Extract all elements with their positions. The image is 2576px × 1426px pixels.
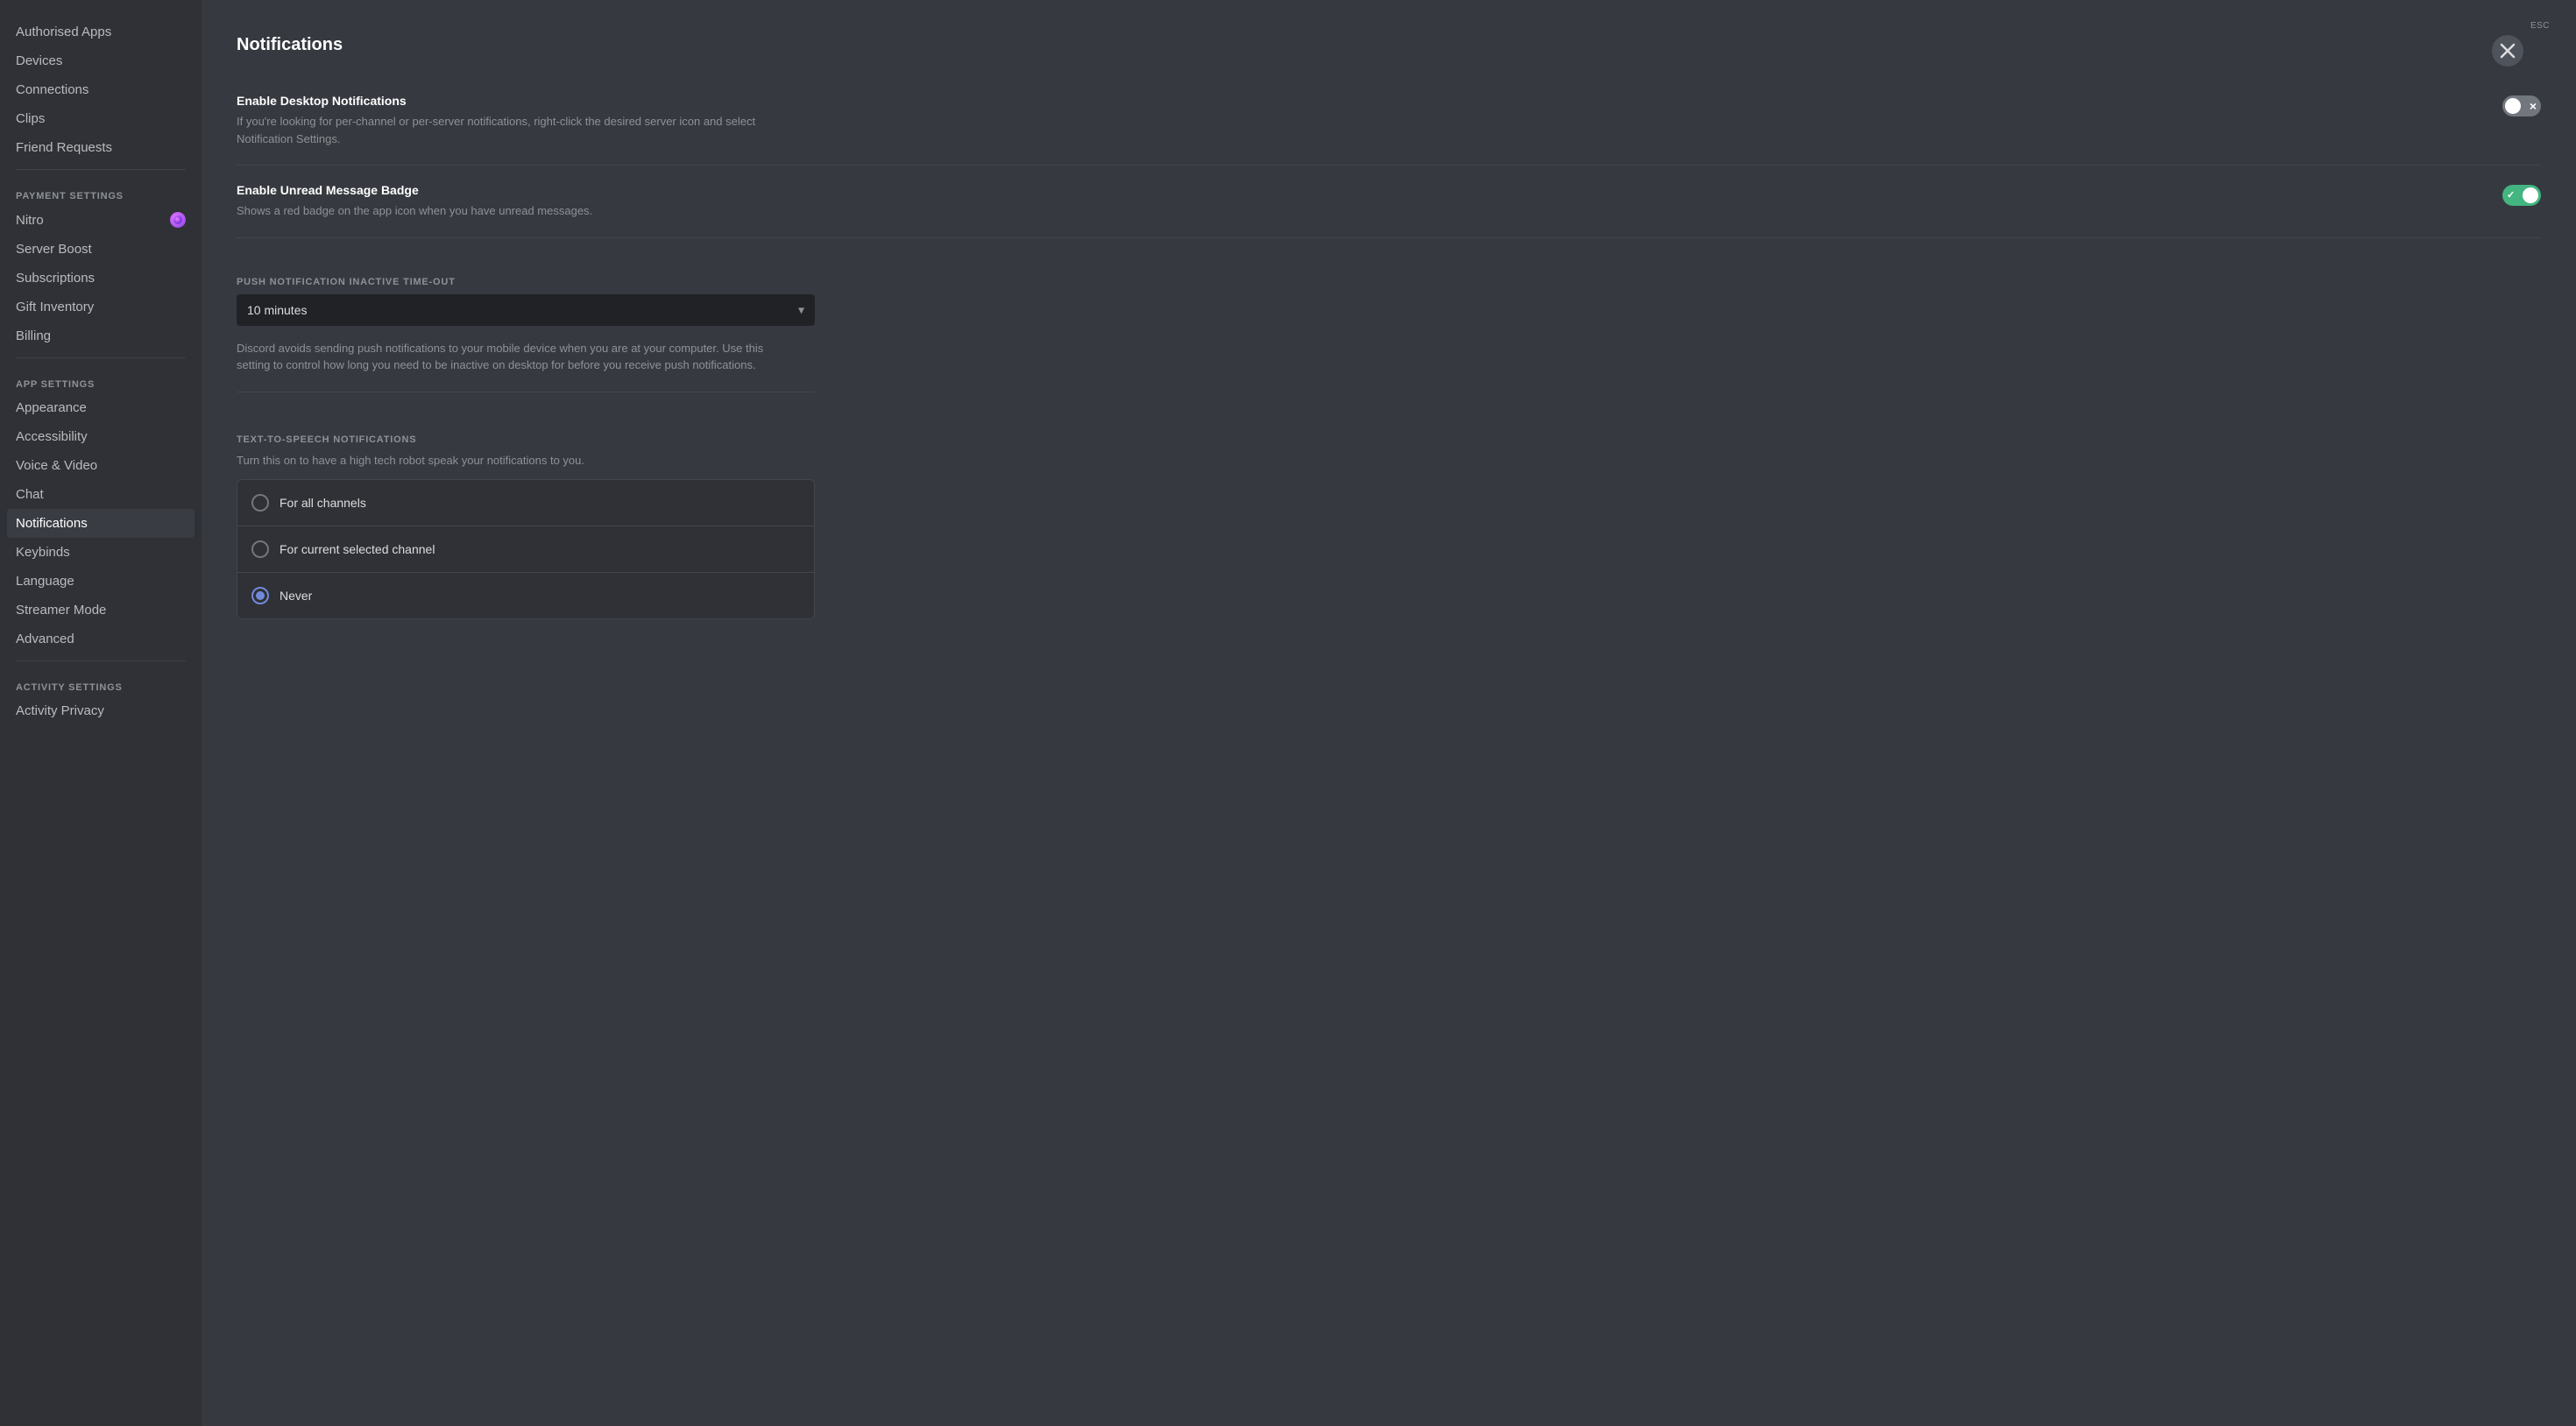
desktop-notifications-info: Enable Desktop Notifications If you're l… <box>237 94 2502 147</box>
tts-option-current-channel-label: For current selected channel <box>280 542 435 556</box>
tts-option-all-channels-label: For all channels <box>280 496 366 510</box>
sidebar-item-subscriptions[interactable]: Subscriptions <box>7 264 195 293</box>
radio-circle-current-channel <box>251 540 269 558</box>
push-notification-label: Push Notification Inactive Time-Out <box>237 277 815 287</box>
unread-badge-info: Enable Unread Message Badge Shows a red … <box>237 183 2502 220</box>
sidebar-item-billing[interactable]: Billing <box>7 321 195 350</box>
push-notification-section: Push Notification Inactive Time-Out 1 mi… <box>237 238 815 374</box>
main-content: ESC Notifications Enable Desktop Notific… <box>202 0 2576 1426</box>
desktop-notifications-row: Enable Desktop Notifications If you're l… <box>237 76 2541 166</box>
radio-circle-all-channels <box>251 494 269 512</box>
sidebar-item-accessibility[interactable]: Accessibility <box>7 422 195 451</box>
sidebar-item-language[interactable]: Language <box>7 567 195 596</box>
nitro-icon <box>170 212 186 228</box>
radio-circle-never <box>251 587 269 604</box>
sidebar-item-clips[interactable]: Clips <box>7 104 195 133</box>
sidebar-divider-1 <box>16 169 186 170</box>
sidebar-item-activity-privacy[interactable]: Activity Privacy <box>7 696 195 725</box>
tts-option-never[interactable]: Never <box>237 573 814 618</box>
sidebar-section-payment: Payment Settings Nitro Server Boost Subs… <box>7 177 195 350</box>
sidebar-item-streamer-mode[interactable]: Streamer Mode <box>7 596 195 625</box>
page-title: Notifications <box>237 35 2541 55</box>
sidebar-item-appearance[interactable]: Appearance <box>7 393 195 422</box>
desktop-notifications-toggle-wrap <box>2502 95 2541 116</box>
sidebar-item-advanced[interactable]: Advanced <box>7 625 195 653</box>
unread-badge-row: Enable Unread Message Badge Shows a red … <box>237 166 2541 238</box>
unread-badge-title: Enable Unread Message Badge <box>237 183 2485 197</box>
toggle-knob <box>2505 98 2521 114</box>
unread-badge-toggle[interactable] <box>2502 185 2541 206</box>
sidebar-divider-2 <box>16 357 186 358</box>
tts-desc: Turn this on to have a high tech robot s… <box>237 452 815 469</box>
esc-label: ESC <box>2530 21 2550 31</box>
toggle-knob-2 <box>2523 187 2538 203</box>
sidebar: Authorised Apps Devices Connections Clip… <box>0 0 202 1426</box>
tts-label: Text-To-Speech Notifications <box>237 434 815 445</box>
sidebar-item-chat[interactable]: Chat <box>7 480 195 509</box>
payment-settings-label: Payment Settings <box>7 177 195 205</box>
close-button[interactable] <box>2492 35 2523 67</box>
sidebar-section-no-label: Authorised Apps Devices Connections Clip… <box>7 18 195 162</box>
tts-section: Text-To-Speech Notifications Turn this o… <box>237 410 815 620</box>
desktop-notifications-title: Enable Desktop Notifications <box>237 94 2485 108</box>
close-icon <box>2500 43 2516 59</box>
desktop-notifications-toggle[interactable] <box>2502 95 2541 116</box>
sidebar-item-notifications[interactable]: Notifications <box>7 509 195 538</box>
sidebar-divider-3 <box>16 660 186 661</box>
sidebar-item-friend-requests[interactable]: Friend Requests <box>7 133 195 162</box>
tts-option-never-label: Never <box>280 589 312 603</box>
desktop-notifications-desc: If you're looking for per-channel or per… <box>237 113 780 147</box>
sidebar-item-gift-inventory[interactable]: Gift Inventory <box>7 293 195 321</box>
push-timeout-dropdown[interactable]: 1 minute 5 minutes 10 minutes 15 minutes… <box>237 294 815 326</box>
sidebar-item-server-boost[interactable]: Server Boost <box>7 235 195 264</box>
unread-badge-desc: Shows a red badge on the app icon when y… <box>237 202 780 220</box>
activity-settings-label: Activity Settings <box>7 668 195 696</box>
sidebar-item-nitro[interactable]: Nitro <box>7 205 195 235</box>
sidebar-item-voice-video[interactable]: Voice & Video <box>7 451 195 480</box>
sidebar-section-activity: Activity Settings Activity Privacy <box>7 668 195 725</box>
unread-badge-toggle-wrap <box>2502 185 2541 206</box>
dropdown-container: 1 minute 5 minutes 10 minutes 15 minutes… <box>237 294 815 326</box>
sidebar-section-app: App Settings Appearance Accessibility Vo… <box>7 365 195 653</box>
sidebar-item-connections[interactable]: Connections <box>7 75 195 104</box>
push-notification-desc: Discord avoids sending push notification… <box>237 340 780 374</box>
tts-radio-group: For all channels For current selected ch… <box>237 479 815 619</box>
sidebar-item-devices[interactable]: Devices <box>7 46 195 75</box>
app-settings-label: App Settings <box>7 365 195 393</box>
tts-option-current-channel[interactable]: For current selected channel <box>237 526 814 573</box>
sidebar-item-keybinds[interactable]: Keybinds <box>7 538 195 567</box>
tts-option-all-channels[interactable]: For all channels <box>237 480 814 526</box>
sidebar-item-authorised-apps[interactable]: Authorised Apps <box>7 18 195 46</box>
close-button-wrap: ESC <box>2530 18 2550 31</box>
